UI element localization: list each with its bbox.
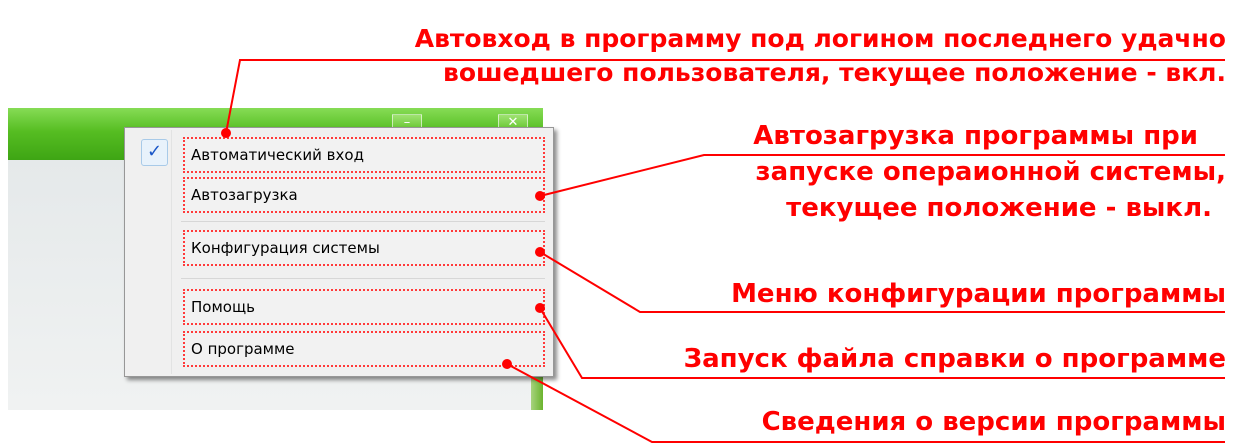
callout-config: Меню конфигурации программы (731, 277, 1226, 311)
callout-line: Автозагрузка программы при (753, 121, 1198, 151)
anchor-dot (221, 128, 231, 138)
callout-autostart: Автозагрузка программы при запуске опера… (753, 118, 1226, 226)
callout-line: запуске операионной системы, (755, 157, 1226, 187)
callout-about: Сведения о версии программы (762, 405, 1226, 439)
anchor-dot (535, 303, 545, 313)
callout-text: Запуск файла справки о программе (683, 344, 1226, 374)
anchor-dot (502, 359, 512, 369)
callout-line: вошедшего пользователя, текущее положени… (443, 58, 1226, 87)
callout-text: Сведения о версии программы (761, 407, 1226, 437)
anchor-dot (535, 191, 545, 201)
callout-line: текущее положение - выкл. (786, 193, 1212, 223)
callout-text: Меню конфигурации программы (731, 279, 1226, 309)
callout-help: Запуск файла справки о программе (684, 342, 1226, 376)
anchor-dot (535, 247, 545, 257)
callout-auto-login: Автовход в программу под логином последн… (415, 22, 1226, 90)
callout-line: Автовход в программу под логином последн… (414, 24, 1226, 53)
